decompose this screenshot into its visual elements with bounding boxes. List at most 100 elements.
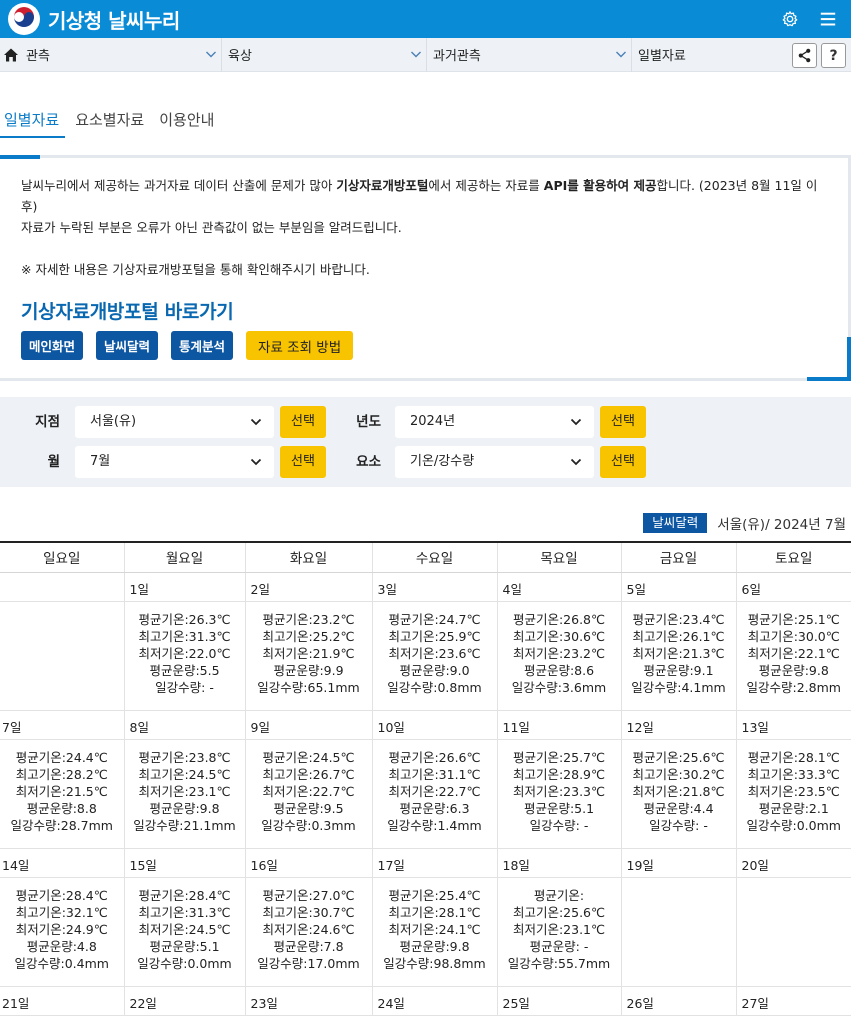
calendar-value: 최고기온:25.6℃: [512, 904, 606, 920]
year-select-button[interactable]: 선택: [600, 406, 646, 438]
calendar-date-cell: 6일: [736, 572, 851, 602]
calendar-value: 평균운량:9.8: [758, 663, 829, 679]
tab-element-data[interactable]: 요소별자료: [70, 108, 149, 138]
calendar-value: 일강수량:98.8mm: [383, 956, 486, 972]
breadcrumb-daily-data[interactable]: 일별자료: [632, 38, 782, 72]
kma-logo[interactable]: [8, 3, 40, 35]
calendar-value: 최저기온:24.1℃: [388, 921, 481, 937]
calendar-value: 일강수량: -: [155, 680, 214, 696]
hamburger-icon: [820, 12, 836, 26]
calendar-data-cell: [621, 877, 737, 987]
breadcrumb-land[interactable]: 육상: [222, 37, 427, 72]
tab-daily-data[interactable]: 일별자료: [0, 108, 66, 138]
breadcrumb-observation[interactable]: 관측: [22, 37, 222, 72]
calendar-value: 평균기온:: [533, 887, 585, 903]
calendar-date-cell: 16일: [245, 848, 373, 878]
main-screen-button[interactable]: 메인화면: [21, 331, 84, 360]
howto-button[interactable]: 자료 조회 방법: [246, 331, 354, 360]
calendar-value: 평균기온:23.8℃: [138, 749, 231, 765]
calendar-date-cell: 19일: [621, 848, 737, 878]
month-label: 월: [47, 454, 60, 470]
station-select[interactable]: 서울(유): [75, 406, 274, 438]
calendar-badge: 날씨달력: [643, 513, 708, 533]
tab-usage-guide[interactable]: 이용안내: [154, 108, 219, 138]
calendar-value: 평균기온:26.3℃: [138, 611, 231, 627]
statistics-button[interactable]: 통계분석: [171, 331, 234, 360]
calendar-date-cell: 12일: [621, 710, 737, 740]
gear-icon: [782, 11, 798, 27]
calendar-value: 일강수량: -: [529, 818, 589, 834]
help-button[interactable]: ?: [821, 43, 846, 68]
app-title[interactable]: 기상청 날씨누리: [48, 5, 180, 34]
station-select-button[interactable]: 선택: [280, 406, 326, 438]
calendar-date-cell: 9일: [245, 710, 373, 740]
calendar-data-cell: 평균기온:25.4℃ 최고기온:28.1℃ 최저기온:24.1℃ 평균운량:9.8 일강…: [372, 877, 498, 987]
calendar-data-row: 평균기온:24.4℃ 최고기온:28.2℃ 최저기온:21.5℃ 평균운량:8.8 일강…: [0, 739, 851, 849]
calendar-value: 최고기온:25.2℃: [262, 628, 355, 644]
calendar-date-cell: 13일: [736, 710, 851, 740]
calendar-value: 평균기온:23.2℃: [262, 611, 355, 627]
calendar-date-cell: 20일: [736, 848, 851, 878]
menu-button[interactable]: [819, 10, 837, 28]
weekday-header: 일요일: [0, 541, 125, 573]
calendar-data-cell: 평균기온:28.4℃ 최고기온:31.3℃ 최저기온:24.5℃ 평균운량:5.1 일강…: [124, 877, 246, 987]
calendar-value: 평균운량:2.1: [758, 801, 829, 817]
calendar-date-row: 7일 8일 9일 10일 11일 12일 13일: [0, 710, 851, 740]
breadcrumb-past-observation[interactable]: 과거관측: [427, 37, 632, 72]
calendar-value: 최저기온:21.8℃: [632, 783, 725, 799]
calendar-date-cell: 25일: [497, 986, 622, 1016]
calendar-value: 평균기온:28.4℃: [15, 887, 108, 903]
calendar-value: 최저기온:23.5℃: [747, 783, 840, 799]
settings-button[interactable]: [781, 10, 799, 28]
top-bar: 기상청 날씨누리: [0, 0, 851, 38]
calendar-data-cell: 평균기온:23.2℃ 최고기온:25.2℃ 최저기온:21.9℃ 평균운량:9.9 일강…: [245, 601, 373, 711]
calendar-value: 최저기온:21.3℃: [632, 645, 725, 661]
calendar-data-row: 평균기온:28.4℃ 최고기온:32.1℃ 최저기온:24.9℃ 평균운량:4.8 일강…: [0, 877, 851, 987]
portal-link[interactable]: 기상자료개방포털 바로가기: [21, 297, 234, 324]
calendar-value: 일강수량:55.7mm: [507, 956, 611, 972]
home-button[interactable]: [0, 47, 22, 63]
weekday-header: 목요일: [497, 541, 622, 573]
calendar-data-row: 평균기온:26.3℃ 최고기온:31.3℃ 최저기온:22.0℃ 평균운량:5.5 일강…: [0, 601, 851, 711]
weekday-header-row: 일요일 월요일 화요일 수요일 목요일 금요일 토요일: [0, 541, 851, 573]
calendar-value: 평균기온:26.8℃: [512, 611, 606, 627]
filter-panel: 지점 서울(유) 선택 년도 2024년 선택 월 7월 선택 요소 기온/강수…: [0, 397, 851, 487]
element-label: 요소: [356, 454, 381, 470]
calendar-data-cell: [0, 601, 125, 711]
calendar-value: 최저기온:22.7℃: [388, 783, 481, 799]
calendar-date-cell: 26일: [621, 986, 737, 1016]
year-select[interactable]: 2024년: [395, 406, 594, 438]
weekday-header: 화요일: [245, 541, 373, 573]
calendar-value: 평균운량:4.8: [26, 939, 97, 955]
weather-calendar-button[interactable]: 날씨달력: [96, 331, 159, 360]
chevron-down-icon: [616, 51, 626, 57]
calendar-date-cell: 3일: [372, 572, 498, 602]
element-select-button[interactable]: 선택: [600, 446, 646, 478]
calendar-value: 최저기온:22.1℃: [747, 645, 840, 661]
weekday-header: 토요일: [736, 541, 851, 573]
month-select-button[interactable]: 선택: [280, 446, 326, 478]
calendar-value: 평균기온:25.1℃: [747, 611, 840, 627]
calendar-value: 최저기온:21.5℃: [15, 783, 108, 799]
calendar-date-cell: 7일: [0, 710, 125, 740]
month-select[interactable]: 7월: [75, 446, 274, 478]
chevron-down-icon: [570, 458, 582, 466]
calendar-value: 평균운량:9.9: [273, 663, 344, 679]
calendar-value: 일강수량:65.1mm: [257, 680, 360, 696]
calendar-date-cell: 1일: [124, 572, 246, 602]
calendar-value: 일강수량:28.7mm: [10, 818, 113, 834]
share-button[interactable]: [792, 43, 817, 68]
calendar-data-cell: [736, 877, 851, 987]
calendar-value: 평균기온:28.1℃: [747, 749, 840, 765]
element-select[interactable]: 기온/강수량: [395, 446, 594, 478]
calendar-value: 일강수량:1.4mm: [387, 818, 482, 834]
calendar-caption: 서울(유)/ 2024년 7월: [717, 517, 846, 533]
calendar-date-cell: 2일: [245, 572, 373, 602]
calendar-value: 최고기온:30.2℃: [632, 766, 725, 782]
calendar-date-cell: 14일: [0, 848, 125, 878]
chevron-down-icon: [206, 51, 216, 57]
calendar-value: 최고기온:28.1℃: [388, 904, 481, 920]
calendar-value: 최고기온:33.3℃: [747, 766, 840, 782]
calendar-value: 일강수량:0.4mm: [14, 956, 109, 972]
calendar-value: 일강수량:4.1mm: [631, 680, 726, 696]
